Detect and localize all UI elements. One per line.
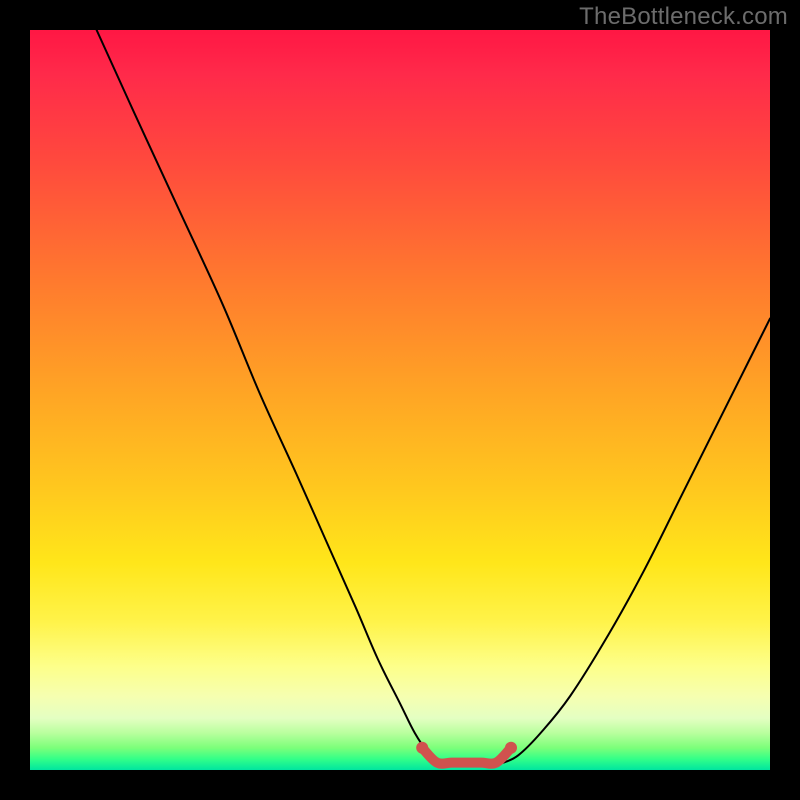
chart-frame: TheBottleneck.com [0, 0, 800, 800]
valley-flat-highlight [422, 748, 511, 764]
valley-endpoint-left-icon [416, 742, 428, 754]
right-ascending-curve [504, 319, 770, 763]
curves-svg [30, 30, 770, 770]
left-descending-curve [97, 30, 437, 763]
valley-endpoint-right-icon [505, 742, 517, 754]
watermark-text: TheBottleneck.com [579, 3, 788, 31]
plot-area [30, 30, 770, 770]
